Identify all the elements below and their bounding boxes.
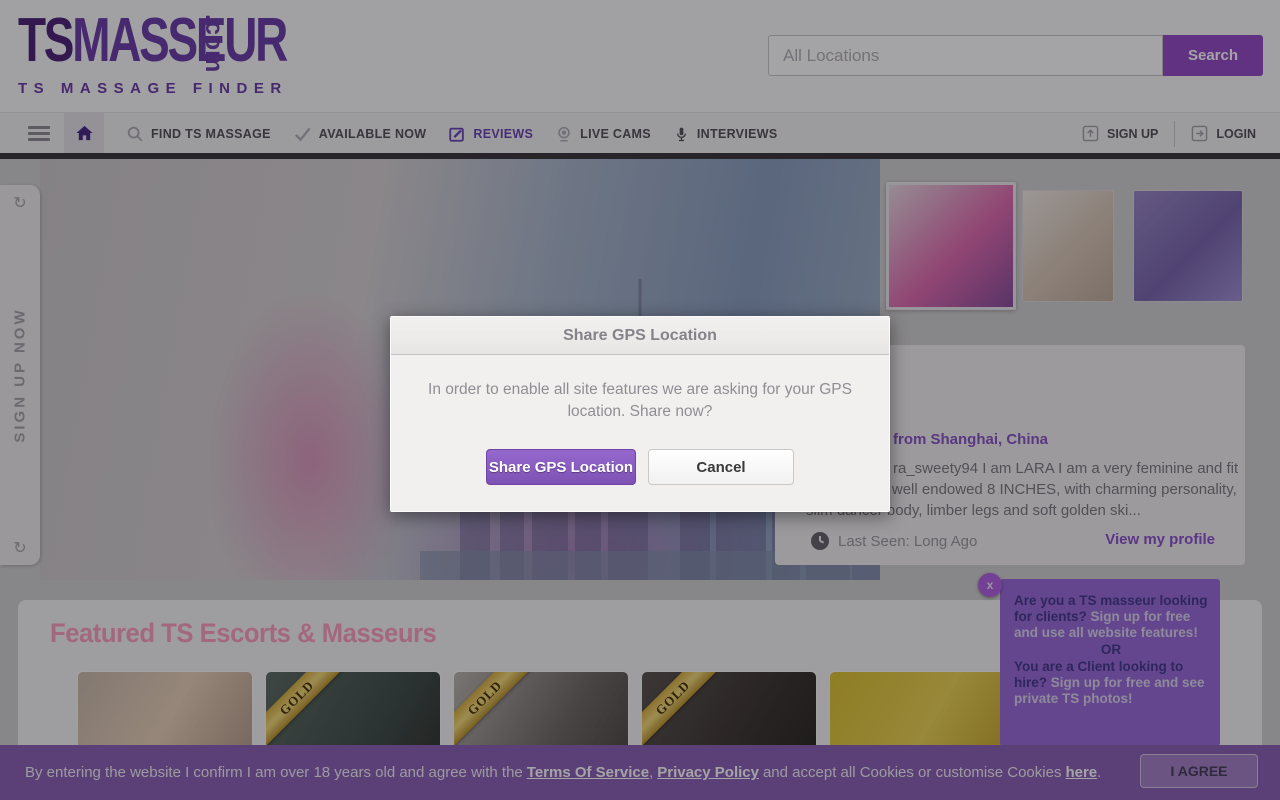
modal-title: Share GPS Location <box>563 327 717 345</box>
cancel-button[interactable]: Cancel <box>648 449 794 485</box>
modal-message: In order to enable all site features we … <box>419 379 861 423</box>
modal-buttons: Share GPS Location Cancel <box>419 449 861 485</box>
gps-location-modal: Share GPS Location In order to enable al… <box>390 316 890 512</box>
modal-header: Share GPS Location <box>391 317 889 355</box>
modal-body: In order to enable all site features we … <box>391 355 889 511</box>
share-gps-location-button[interactable]: Share GPS Location <box>486 449 636 485</box>
